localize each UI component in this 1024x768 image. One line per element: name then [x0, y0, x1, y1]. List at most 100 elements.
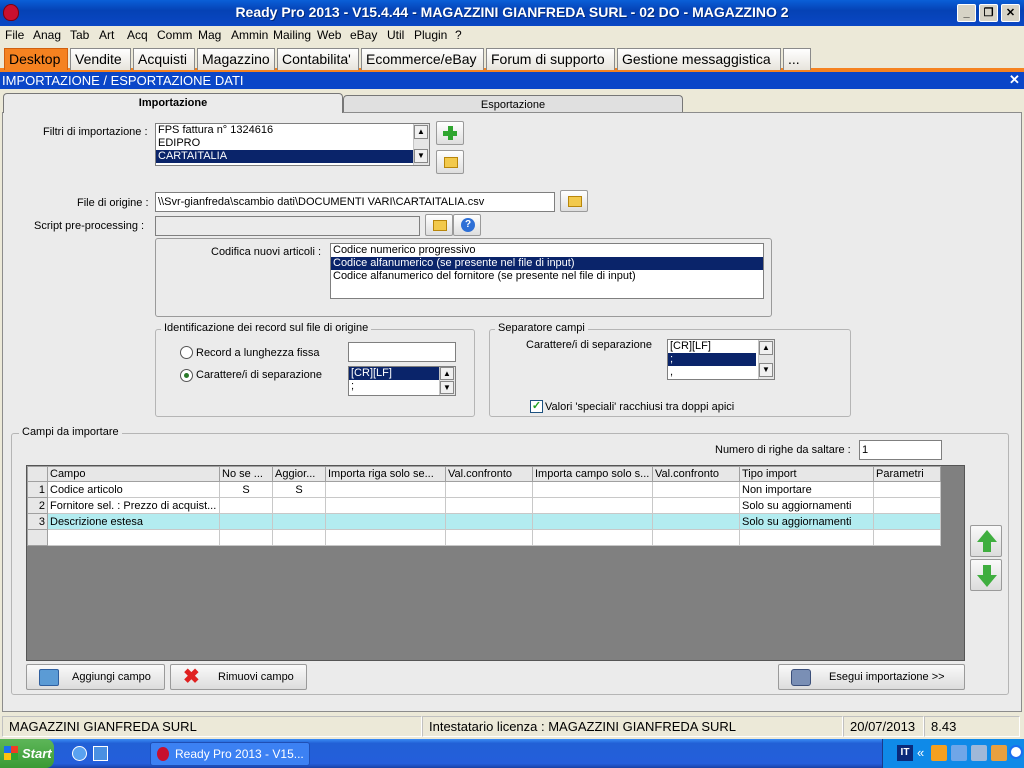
scroll-down-icon[interactable]: ▼	[759, 363, 773, 377]
minimize-button[interactable]: _	[957, 4, 976, 22]
scroll-up-icon[interactable]: ▲	[440, 367, 454, 380]
list-item[interactable]: CARTAITALIA	[156, 150, 429, 163]
cell-val1[interactable]	[445, 497, 533, 514]
cell-empty[interactable]	[272, 529, 326, 546]
add-field-button[interactable]: Aggiungi campo	[26, 664, 165, 690]
menu-ammin[interactable]: Ammin	[231, 28, 268, 42]
tools-icon[interactable]	[991, 745, 1007, 761]
cell-val2[interactable]	[652, 497, 740, 514]
record-separator-list[interactable]: [CR][LF] ; ▲ ▼	[348, 366, 456, 396]
cell-aggior[interactable]	[272, 513, 326, 530]
display-icon[interactable]	[971, 745, 987, 761]
tray-expand-icon[interactable]: «	[917, 745, 924, 760]
column-header[interactable]: Importa campo solo s...	[532, 466, 653, 482]
scroll-up-icon[interactable]: ▲	[414, 125, 428, 139]
cell-param[interactable]	[873, 481, 941, 498]
move-up-button[interactable]	[970, 525, 1002, 557]
open-filter-button[interactable]	[436, 150, 464, 174]
language-indicator[interactable]: IT	[897, 745, 913, 761]
tab-desktop[interactable]: Desktop	[4, 48, 68, 70]
cell-campo-s[interactable]	[532, 513, 653, 530]
cell-empty[interactable]	[873, 529, 941, 546]
status-icon[interactable]	[1009, 745, 1023, 759]
cell-val1[interactable]	[445, 513, 533, 530]
skip-rows-input[interactable]: 1	[859, 440, 942, 460]
browse-script-button[interactable]	[425, 214, 453, 236]
separator-scrollbar[interactable]: ▲ ▼	[439, 367, 455, 395]
tab-contabilita[interactable]: Contabilita'	[277, 48, 359, 70]
run-import-button[interactable]: Esegui importazione >>	[778, 664, 965, 690]
tab-magazzino[interactable]: Magazzino	[197, 48, 275, 70]
move-down-button[interactable]	[970, 559, 1002, 591]
cell-aggior[interactable]: S	[272, 481, 326, 498]
tab-esportazione[interactable]: Esportazione	[343, 95, 683, 113]
cell-aggior[interactable]	[272, 497, 326, 514]
browse-file-button[interactable]	[560, 190, 588, 212]
close-section-icon[interactable]: ✕	[1009, 72, 1020, 88]
file-origin-input[interactable]: \\Svr-gianfreda\scambio dati\DOCUMENTI V…	[155, 192, 555, 212]
column-header[interactable]: Val.confronto	[445, 466, 533, 482]
cell-riga[interactable]	[325, 513, 446, 530]
list-item[interactable]: Codice alfanumerico (se presente nel fil…	[331, 257, 763, 270]
cell-campo-s[interactable]	[532, 481, 653, 498]
cell-campo[interactable]: Codice articolo	[47, 481, 220, 498]
menu-mailing[interactable]: Mailing	[273, 28, 311, 42]
cell-campo[interactable]: Fornitore sel. : Prezzo di acquist...	[47, 497, 220, 514]
column-header[interactable]: No se ...	[219, 466, 273, 482]
cell-nose[interactable]	[219, 497, 273, 514]
cell-riga[interactable]	[325, 497, 446, 514]
menu-mag[interactable]: Mag	[198, 28, 221, 42]
network-icon[interactable]	[951, 745, 967, 761]
tab-acquisti[interactable]: Acquisti	[133, 48, 195, 70]
cell-param[interactable]	[873, 497, 941, 514]
column-header[interactable]: Aggior...	[272, 466, 326, 482]
add-filter-button[interactable]	[436, 121, 464, 145]
table-row[interactable]: 2 Fornitore sel. : Prezzo di acquist... …	[27, 497, 941, 514]
cell-tipo[interactable]: Non importare	[739, 481, 874, 498]
close-button[interactable]: ✕	[1001, 4, 1020, 22]
list-item[interactable]: [CR][LF]	[349, 367, 439, 380]
table-row[interactable]: 1 Codice articolo S S Non importare	[27, 481, 941, 498]
ie-icon[interactable]	[72, 746, 87, 761]
cell-nose[interactable]: S	[219, 481, 273, 498]
cell-empty[interactable]	[325, 529, 446, 546]
tray-app-icon[interactable]	[931, 745, 947, 761]
cell-campo[interactable]: Descrizione estesa	[47, 513, 220, 530]
tab-messaggistica[interactable]: Gestione messaggistica	[617, 48, 781, 70]
filters-list[interactable]: FPS fattura n° 1324616 EDIPRO CARTAITALI…	[155, 123, 430, 166]
tab-forum[interactable]: Forum di supporto	[486, 48, 615, 70]
menu-web[interactable]: Web	[317, 28, 341, 42]
column-header[interactable]: Campo	[47, 466, 220, 482]
separator-radio[interactable]	[180, 369, 193, 382]
maximize-button[interactable]: ❐	[979, 4, 998, 22]
cell-nose[interactable]	[219, 513, 273, 530]
explorer-icon[interactable]	[93, 746, 108, 761]
menu-util[interactable]: Util	[387, 28, 404, 42]
list-item[interactable]: FPS fattura n° 1324616	[156, 124, 429, 137]
column-header[interactable]: Parametri	[873, 466, 941, 482]
codifica-list[interactable]: Codice numerico progressivo Codice alfan…	[330, 243, 764, 299]
cell-tipo[interactable]: Solo su aggiornamenti	[739, 513, 874, 530]
menu-help[interactable]: ?	[455, 28, 462, 42]
tab-ecommerce[interactable]: Ecommerce/eBay	[361, 48, 484, 70]
cell-tipo[interactable]: Solo su aggiornamenti	[739, 497, 874, 514]
menu-comm[interactable]: Comm	[157, 28, 192, 42]
cell-val1[interactable]	[445, 481, 533, 498]
field-separator-scrollbar[interactable]: ▲ ▼	[758, 340, 774, 379]
list-item[interactable]: EDIPRO	[156, 137, 429, 150]
cell-empty[interactable]	[445, 529, 533, 546]
fixed-length-input[interactable]	[348, 342, 456, 362]
cell-empty[interactable]	[739, 529, 874, 546]
cell-riga[interactable]	[325, 481, 446, 498]
cell-campo-s[interactable]	[532, 497, 653, 514]
tab-vendite[interactable]: Vendite	[70, 48, 131, 70]
menu-ebay[interactable]: eBay	[350, 28, 377, 42]
scroll-down-icon[interactable]: ▼	[414, 149, 428, 163]
field-separator-list[interactable]: [CR][LF] ; , ▲ ▼	[667, 339, 775, 380]
scroll-up-icon[interactable]: ▲	[759, 341, 773, 355]
cell-val2[interactable]	[652, 513, 740, 530]
cell-empty[interactable]	[532, 529, 653, 546]
fixed-length-radio[interactable]	[180, 346, 193, 359]
list-item[interactable]: Codice alfanumerico del fornitore (se pr…	[331, 270, 763, 283]
remove-field-button[interactable]: ✖ Rimuovi campo	[170, 664, 307, 690]
